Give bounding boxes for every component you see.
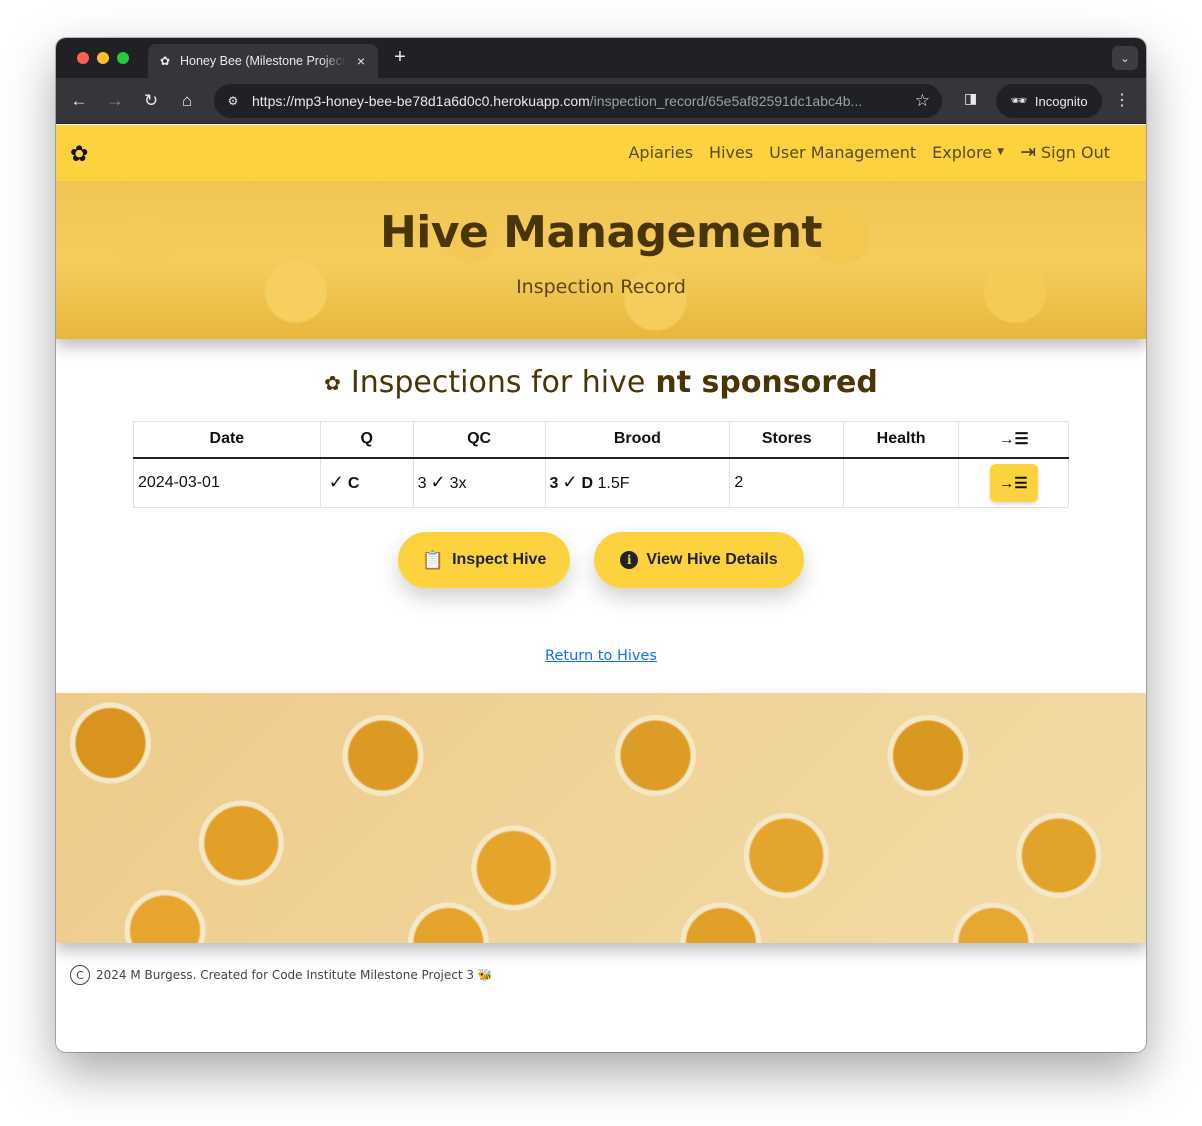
cell-q: ✓ C [319,457,414,508]
url-text: https://mp3-honey-bee-be78d1a6d0c0.herok… [252,93,905,109]
url-host: https://mp3-honey-bee-be78d1a6d0c0.herok… [252,93,590,109]
arrow-right-icon: → [106,91,124,110]
hero-subtitle: Inspection Record [516,276,686,298]
info-icon: i [620,551,639,569]
incognito-badge[interactable]: 🕶 Incognito [996,84,1102,118]
nav-explore-dropdown[interactable]: Explore ▼ [932,143,1004,162]
hive-name: nt sponsored [655,365,878,400]
incognito-label: Incognito [1034,93,1088,109]
incognito-icon: 🕶 [1010,93,1027,108]
close-icon[interactable]: × [354,53,368,69]
sign-out-label: Sign Out [1041,142,1110,162]
site-navbar: ✿ Apiaries Hives User Management Explore… [56,125,1146,181]
col-date: Date [133,421,321,459]
cell-brood-text: 1.5F [597,475,630,493]
view-hive-details-button[interactable]: i View Hive Details [594,532,804,588]
cell-qc: 3 ✓ 3x [412,457,546,508]
home-icon: ⌂ [181,91,193,110]
browser-window: ✿ Honey Bee (Milestone Project × + ⌄ ← →… [56,38,1146,1052]
check-icon: ✓ [328,472,344,493]
return-to-hives-link[interactable]: Return to Hives [56,648,1146,664]
col-qc: QC [412,421,546,459]
honeycomb-image [56,693,1146,943]
inspect-hive-button[interactable]: 📋 Inspect Hive [398,532,570,588]
cell-q-text: C [347,475,360,493]
col-health: Health [843,421,960,459]
tab-search-button[interactable]: ⌄ [1112,46,1138,70]
cell-brood-num: 3 [549,475,559,493]
reload-icon: ↻ [143,91,159,110]
web-page: ✿ Apiaries Hives User Management Explore… [56,125,1146,1052]
table-row: 2024-03-01 ✓ C 3 ✓ 3x 3 ✓ D 1.5F 2 →☰ [133,457,1069,508]
arrow-left-icon: ← [70,91,88,110]
flower-icon[interactable]: ✿ [70,141,88,167]
browser-tab[interactable]: ✿ Honey Bee (Milestone Project × [148,44,378,78]
address-bar[interactable]: ⚙ https://mp3-honey-bee-be78d1a6d0c0.her… [214,84,942,118]
tab-strip: ✿ Honey Bee (Milestone Project × + ⌄ [56,38,1146,78]
nav-sign-out[interactable]: ⇥ Sign Out [1020,141,1110,163]
home-button[interactable]: ⌂ [176,90,198,112]
sign-out-icon: ⇥ [1020,141,1036,163]
nav-links: Apiaries Hives User Management Explore ▼… [628,141,1110,163]
col-stores: Stores [729,421,845,459]
new-tab-button[interactable]: + [390,46,410,69]
inspections-table: Date Q QC Brood Stores Health →☰ 2024-03… [133,421,1069,508]
nav-hives[interactable]: Hives [709,143,753,162]
footer-copyright: C 2024 M Burgess. Created for Code Insti… [70,965,493,985]
url-path: /inspection_record/65e5af82591dc1abc4b..… [589,93,863,109]
hero-title: Hive Management [379,207,823,258]
browser-toolbar: ← → ↻ ⌂ ⚙ https://mp3-honey-bee-be78d1a6… [56,78,1146,124]
nav-explore-label: Explore [932,142,993,162]
tab-title: Honey Bee (Milestone Project [180,54,346,68]
cell-action: →☰ [958,457,1069,508]
star-icon[interactable]: ☆ [915,91,930,111]
page-title-prefix: Inspections for hive [350,365,646,400]
table-header-row: Date Q QC Brood Stores Health →☰ [133,421,1069,459]
maximize-window-button[interactable] [117,52,129,64]
check-icon: ✓ [430,472,446,493]
view-hive-details-label: View Hive Details [646,551,778,568]
chevron-down-icon: ⌄ [1120,52,1130,65]
cell-qc-text: 3x [449,475,467,493]
side-panel-icon[interactable]: ◨ [964,90,977,107]
minimize-window-button[interactable] [97,52,109,64]
check-icon: ✓ [562,472,578,493]
more-menu-icon[interactable]: ⋮ [1114,90,1130,110]
copyright-text: 2024 M Burgess. Created for Code Institu… [96,968,493,982]
flower-icon: ✿ [324,370,341,395]
site-settings-icon[interactable]: ⚙ [224,94,242,108]
clipboard-add-icon: 📋 [421,549,445,570]
nav-user-management[interactable]: User Management [769,143,916,162]
cell-brood: 3 ✓ D 1.5F [544,457,731,508]
nav-apiaries[interactable]: Apiaries [628,143,693,162]
hero-banner: Hive Management Inspection Record [56,181,1146,339]
back-button[interactable]: ← [68,90,90,112]
flower-icon: ✿ [159,54,171,68]
cell-brood-letter: D [581,475,594,493]
inspect-hive-label: Inspect Hive [452,551,547,568]
reload-button[interactable]: ↻ [140,90,162,112]
page-title: ✿ Inspections for hive nt sponsored [56,365,1146,400]
caret-down-icon: ▼ [997,147,1005,157]
cell-date: 2024-03-01 [133,457,321,508]
col-q: Q [319,421,414,459]
col-brood: Brood [544,421,731,459]
cell-health [843,457,960,508]
copyright-icon: C [70,965,90,985]
col-action: →☰ [958,421,1069,459]
cell-stores: 2 [729,457,845,508]
forward-button[interactable]: → [104,90,126,112]
cell-qc-num: 3 [417,475,427,493]
view-inspection-button[interactable]: →☰ [989,463,1038,502]
close-window-button[interactable] [77,52,89,64]
